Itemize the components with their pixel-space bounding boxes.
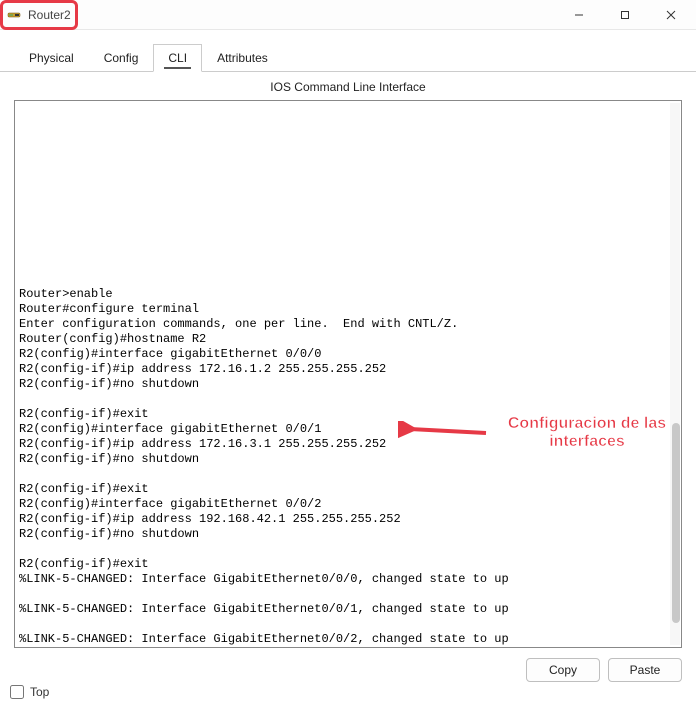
title-bar: Router2 [0, 0, 696, 30]
tab-attributes[interactable]: Attributes [202, 44, 283, 72]
paste-button[interactable]: Paste [608, 658, 682, 682]
tabs: Physical Config CLI Attributes [0, 30, 696, 72]
tab-physical[interactable]: Physical [14, 44, 89, 72]
cli-terminal[interactable]: Router>enable Router#configure terminal … [17, 103, 669, 645]
button-row: Copy Paste [0, 648, 696, 682]
copy-button[interactable]: Copy [526, 658, 600, 682]
tab-config[interactable]: Config [89, 44, 154, 72]
window-title: Router2 [28, 8, 71, 22]
top-checkbox[interactable] [10, 685, 24, 699]
cli-heading: IOS Command Line Interface [0, 72, 696, 100]
footer: Top [10, 685, 49, 699]
scrollbar-thumb[interactable] [672, 423, 680, 623]
minimize-button[interactable] [556, 0, 602, 30]
maximize-button[interactable] [602, 0, 648, 30]
top-label: Top [30, 685, 49, 699]
tab-cli[interactable]: CLI [153, 44, 202, 72]
terminal-frame: Router>enable Router#configure terminal … [14, 100, 682, 648]
window-controls [556, 0, 694, 30]
scrollbar-track[interactable] [670, 103, 680, 645]
cli-output: Router>enable Router#configure terminal … [19, 287, 509, 645]
close-button[interactable] [648, 0, 694, 30]
router-icon [6, 7, 22, 23]
